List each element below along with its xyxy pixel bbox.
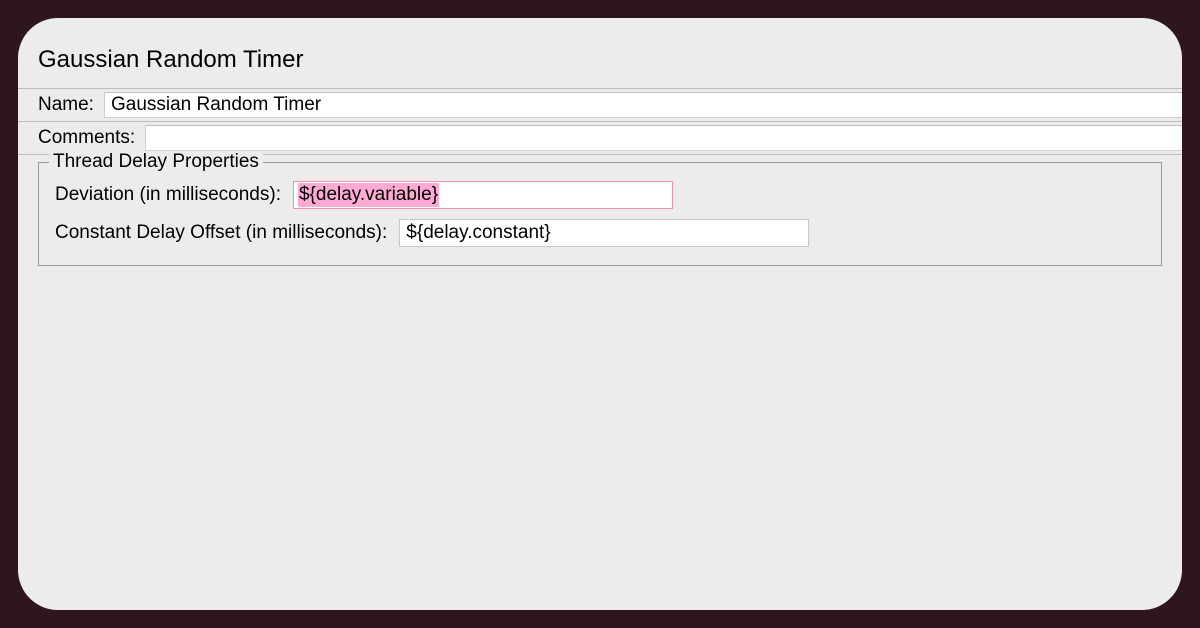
thread-delay-legend: Thread Delay Properties: [49, 151, 263, 173]
deviation-value-text: ${delay.variable}: [298, 183, 439, 207]
deviation-label: Deviation (in milliseconds):: [55, 184, 281, 206]
deviation-input[interactable]: ${delay.variable}: [293, 181, 673, 209]
constant-offset-row: Constant Delay Offset (in milliseconds):…: [55, 219, 1145, 247]
timer-config-panel: Gaussian Random Timer Name: Comments: Th…: [18, 18, 1182, 610]
comments-input[interactable]: [145, 125, 1182, 151]
thread-delay-fieldset-wrap: Thread Delay Properties Deviation (in mi…: [38, 162, 1162, 266]
name-label: Name:: [38, 94, 94, 116]
constant-offset-label: Constant Delay Offset (in milliseconds):: [55, 222, 387, 244]
constant-offset-input[interactable]: ${delay.constant}: [399, 219, 809, 247]
constant-offset-value-text: ${delay.constant}: [406, 222, 550, 244]
thread-delay-fieldset: Thread Delay Properties Deviation (in mi…: [38, 162, 1162, 266]
page-title: Gaussian Random Timer: [18, 46, 1182, 88]
comments-row: Comments:: [18, 121, 1182, 155]
comments-label: Comments:: [38, 127, 135, 149]
name-row: Name:: [18, 88, 1182, 122]
deviation-row: Deviation (in milliseconds): ${delay.var…: [55, 181, 1145, 209]
name-input[interactable]: [104, 92, 1182, 118]
